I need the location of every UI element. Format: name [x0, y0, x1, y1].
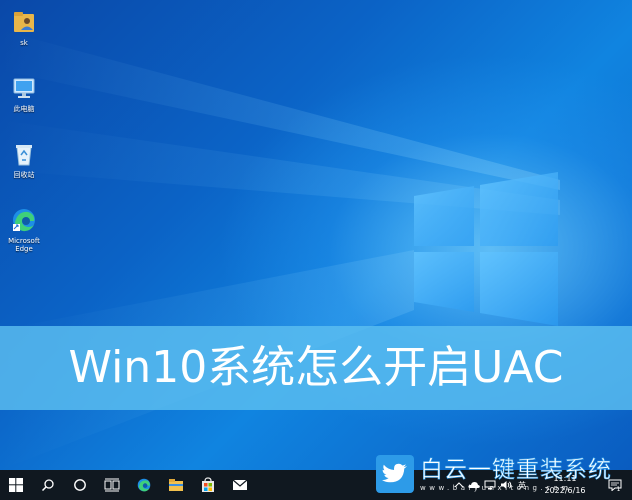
desktop-icon-edge[interactable]: Microsoft Edge: [4, 206, 44, 253]
tray-input-method[interactable]: 英: [514, 470, 530, 500]
input-method-label: 英: [518, 480, 526, 490]
action-center-button[interactable]: 1: [600, 470, 628, 500]
desktop-icon-label: sk: [20, 39, 28, 47]
desktop-icon-recycle-bin[interactable]: 回收站: [4, 140, 44, 179]
mail-button[interactable]: [224, 470, 256, 500]
desktop-icon-label: 回收站: [13, 171, 35, 179]
taskbar-edge-button[interactable]: [128, 470, 160, 500]
title-banner: Win10系统怎么开启UAC: [0, 326, 632, 410]
search-icon: [41, 479, 54, 492]
desktop-icon-this-pc[interactable]: 此电脑: [4, 74, 44, 113]
twitter-bird-logo-icon: [376, 455, 414, 493]
cortana-icon: [74, 479, 86, 491]
clock-time: 11:11: [553, 474, 577, 483]
task-view-icon: [104, 478, 120, 492]
notification-count: 1: [616, 485, 621, 493]
clock-date: 2022/6/16: [544, 486, 586, 495]
search-button[interactable]: [32, 470, 64, 500]
tray-volume[interactable]: [498, 470, 514, 500]
banner-title: Win10系统怎么开启UAC: [68, 342, 564, 393]
file-explorer-icon: [169, 479, 183, 491]
tray-network[interactable]: [482, 470, 498, 500]
recycle-bin-icon: [10, 140, 38, 168]
volume-icon: [501, 481, 512, 489]
taskbar-clock[interactable]: 11:11 2022/6/16: [534, 473, 596, 497]
desktop-icon-user[interactable]: sk: [4, 8, 44, 47]
chevron-up-icon: [455, 482, 463, 488]
edge-icon: [10, 206, 38, 234]
cloud-icon: [468, 482, 480, 488]
file-explorer-button[interactable]: [160, 470, 192, 500]
cortana-button[interactable]: [64, 470, 96, 500]
edge-icon: [137, 478, 151, 492]
network-icon: [484, 480, 496, 490]
mail-icon: [232, 479, 248, 490]
store-icon: [202, 477, 214, 492]
start-icon: [9, 478, 23, 492]
desktop-icon-label: 此电脑: [13, 105, 35, 113]
tray-onedrive[interactable]: [466, 470, 482, 500]
computer-icon: [10, 74, 38, 102]
store-button[interactable]: [192, 470, 224, 500]
task-view-button[interactable]: [96, 470, 128, 500]
desktop-icon-label: Microsoft Edge: [8, 237, 40, 253]
user-folder-icon: [10, 8, 38, 36]
tray-up-arrow[interactable]: [452, 470, 466, 500]
system-tray: 英: [452, 470, 530, 500]
start-button[interactable]: [0, 470, 32, 500]
